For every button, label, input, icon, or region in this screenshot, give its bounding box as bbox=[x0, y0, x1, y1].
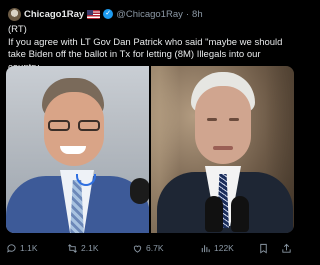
views-count: 122K bbox=[214, 243, 234, 253]
left-person-glasses bbox=[46, 120, 104, 132]
right-microphone bbox=[204, 196, 223, 232]
right-person-face bbox=[194, 86, 251, 164]
media-image-right[interactable] bbox=[150, 66, 294, 233]
media-image-left[interactable] bbox=[6, 66, 149, 233]
retweet-button[interactable]: 2.1K bbox=[67, 240, 99, 256]
reply-button[interactable]: 1.1K bbox=[6, 240, 38, 256]
right-person-mouth bbox=[212, 146, 233, 150]
bookmark-icon bbox=[260, 243, 267, 253]
share-button[interactable] bbox=[281, 240, 292, 256]
retweet-icon bbox=[68, 243, 77, 253]
retweet-count: 2.1K bbox=[81, 243, 99, 253]
right-person-eye bbox=[206, 118, 217, 121]
timestamp[interactable]: 8h bbox=[192, 9, 203, 20]
like-icon bbox=[133, 245, 142, 253]
like-count: 6.7K bbox=[146, 243, 164, 253]
share-icon bbox=[282, 243, 291, 253]
bookmark-button[interactable] bbox=[258, 240, 269, 256]
tweet-text-line-1: (RT) bbox=[8, 24, 27, 35]
views-icon bbox=[201, 244, 210, 252]
reply-icon bbox=[7, 243, 16, 253]
author-display-name[interactable]: Chicago1Ray bbox=[24, 9, 84, 20]
right-person-eye bbox=[228, 118, 239, 121]
us-flag-icon bbox=[87, 9, 101, 19]
verified-badge-icon: ✓ bbox=[103, 9, 114, 19]
separator-dot: · bbox=[185, 8, 190, 20]
left-person-smile bbox=[60, 146, 86, 154]
tweet-header: Chicago1Ray ✓ @Chicago1Ray · 8h bbox=[8, 6, 294, 22]
left-microphone bbox=[130, 178, 149, 204]
tweet-card[interactable]: Chicago1Ray ✓ @Chicago1Ray · 8h (RT) If … bbox=[0, 0, 300, 265]
author-handle[interactable]: @Chicago1Ray bbox=[116, 9, 183, 20]
views-button[interactable]: 122K bbox=[200, 240, 234, 256]
tweet-media[interactable] bbox=[6, 66, 294, 233]
author-avatar[interactable] bbox=[8, 7, 21, 21]
tweet-action-bar: 1.1K 2.1K 6.7K 122K bbox=[0, 240, 300, 256]
reply-count: 1.1K bbox=[20, 243, 38, 253]
like-button[interactable]: 6.7K bbox=[132, 240, 164, 256]
right-microphone bbox=[230, 196, 249, 232]
